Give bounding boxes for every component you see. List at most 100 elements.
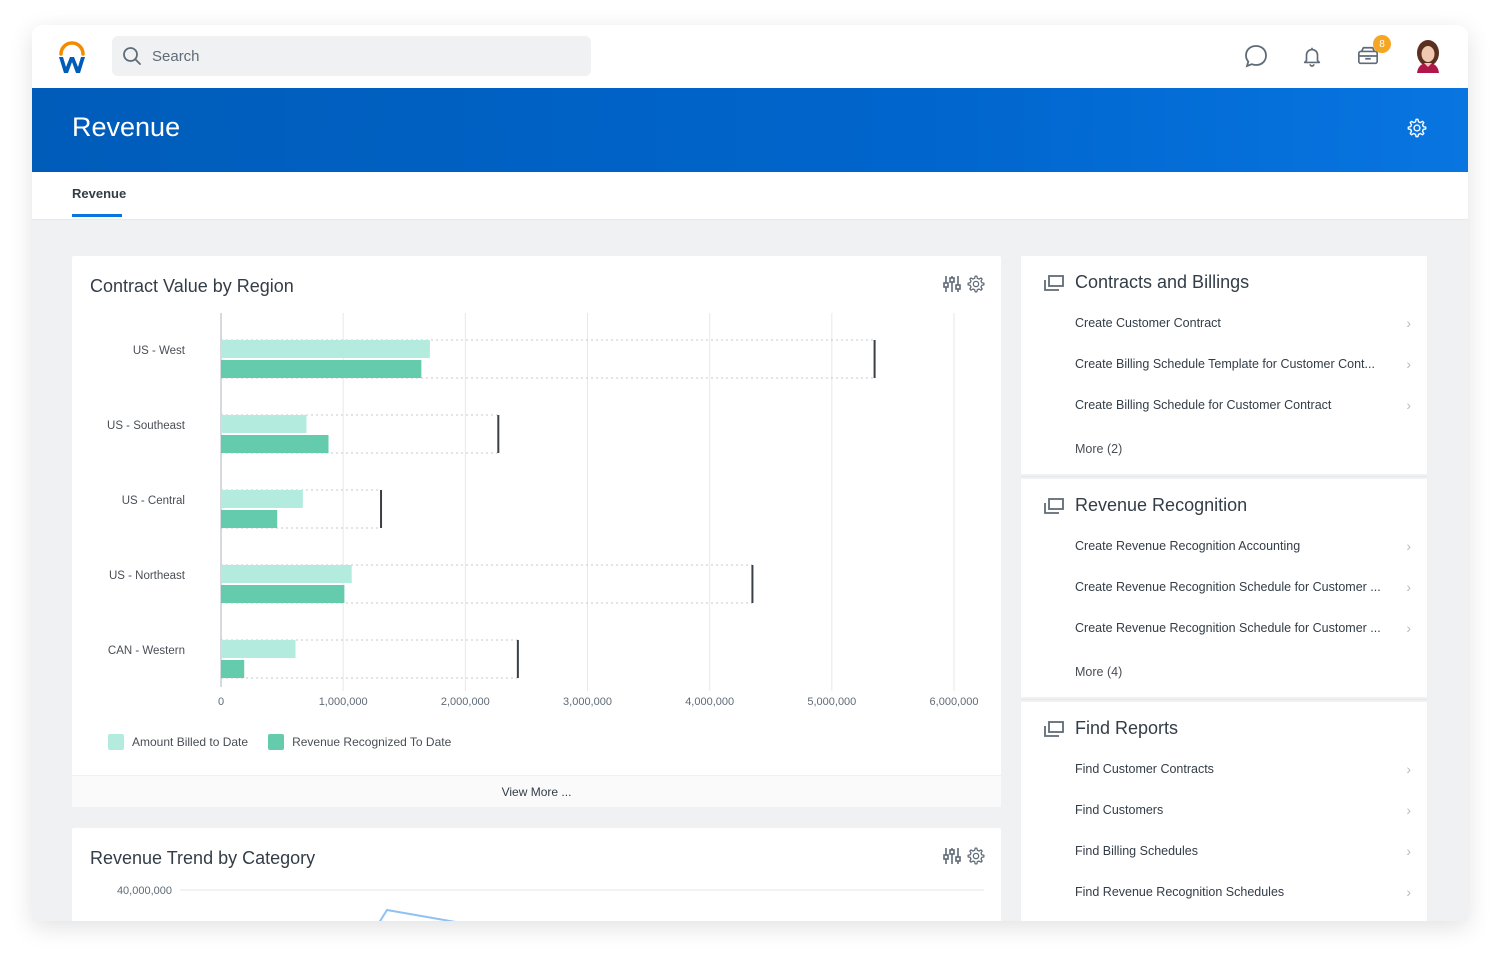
x-tick-label: 5,000,000 <box>807 696 856 708</box>
notifications-bell-icon[interactable] <box>1298 42 1326 70</box>
chart-legend: Amount Billed to Date Revenue Recognized… <box>108 734 471 750</box>
workday-logo[interactable] <box>54 37 90 77</box>
bar-recognized <box>221 585 345 603</box>
bar-recognized <box>221 660 245 678</box>
user-avatar[interactable] <box>1412 39 1444 73</box>
section-find-reports: Find Reports Find Customer Contracts › Find… <box>1021 702 1427 921</box>
x-tick-label: 1,000,000 <box>319 696 368 708</box>
section-link-item[interactable]: Find Customer Contracts › <box>1075 759 1411 779</box>
chevron-right-icon: › <box>1406 538 1411 554</box>
section-header: Revenue Recognition <box>1043 495 1247 516</box>
bar-billed <box>221 565 352 583</box>
search-box[interactable] <box>112 36 591 76</box>
y-tick-label: 40,000,000 <box>117 885 172 897</box>
link-label: Find Revenue Recognition Schedules <box>1075 885 1285 899</box>
contract-value-chart: 0 1,000,000 2,000,000 3,000,000 4,000,000 5,0… <box>107 313 979 708</box>
related-actions-panel: Contracts and Billings Create Customer Co… <box>1021 256 1427 921</box>
revenue-trend-chart: 40,000,000 <box>117 885 984 921</box>
chevron-right-icon: › <box>1406 843 1411 859</box>
bar-recognized <box>221 435 329 453</box>
page-header-banner: Revenue <box>32 88 1468 172</box>
page-title: Revenue <box>72 112 181 142</box>
bar-recognized <box>221 360 422 378</box>
inbox-icon[interactable]: 8 <box>1354 35 1391 70</box>
active-tab-indicator <box>72 214 122 217</box>
contract-value-card: Contract Value by Region 01,000,0002,0 <box>72 256 1001 807</box>
link-label: Find Customer Contracts <box>1075 762 1214 776</box>
link-label: Create Billing Schedule Template for Cus… <box>1075 357 1375 371</box>
legend-item-billed[interactable]: Amount Billed to Date <box>108 734 248 750</box>
app-window: 8 Revenue Revenue Contract Value by Regi… <box>32 25 1468 921</box>
chat-icon[interactable] <box>1242 42 1270 70</box>
inbox-badge: 8 <box>1373 35 1391 53</box>
section-title: Revenue Recognition <box>1075 495 1248 515</box>
link-label: Create Revenue Recognition Schedule for … <box>1075 580 1381 594</box>
link-label: Create Billing Schedule for Customer Con… <box>1075 398 1332 412</box>
view-more-button[interactable]: View More ... <box>72 775 1001 807</box>
chevron-right-icon: › <box>1406 315 1411 331</box>
section-link-item[interactable]: Create Customer Contract › <box>1075 313 1411 333</box>
revenue-trend-card: Revenue Trend by Category 40,000,000 <box>72 828 1001 921</box>
section-link-item[interactable]: Create Billing Schedule for Customer Con… <box>1075 395 1411 415</box>
section-title: Contracts and Billings <box>1075 272 1250 292</box>
bar-recognized <box>221 510 278 528</box>
related-actions-icon <box>1044 274 1064 291</box>
chevron-right-icon: › <box>1406 884 1411 900</box>
x-tick-label: 6,000,000 <box>930 696 979 708</box>
section-title: Find Reports <box>1075 718 1179 738</box>
top-bar: 8 <box>32 25 1468 88</box>
bar-billed <box>221 640 296 658</box>
legend-swatch-recognized <box>268 734 285 750</box>
section-divider <box>1021 699 1427 700</box>
bar-billed <box>221 490 303 508</box>
x-tick-label: 2,000,000 <box>441 696 490 708</box>
chevron-right-icon: › <box>1406 579 1411 595</box>
section-revenue-recognition: Revenue Recognition Create Revenue Recogn… <box>1021 479 1427 697</box>
page-tabs: Revenue <box>32 172 1468 220</box>
section-link-item[interactable]: Create Revenue Recognition Accounting › <box>1075 536 1411 556</box>
related-actions-icon <box>1044 720 1064 737</box>
bar-billed <box>221 415 307 433</box>
category-label: US - West <box>133 345 186 357</box>
section-header: Contracts and Billings <box>1043 272 1249 293</box>
link-label: Find Customers <box>1075 803 1164 817</box>
category-label: CAN - Western <box>108 645 185 657</box>
legend-label: Revenue Recognized To Date <box>292 735 452 749</box>
link-label: Find Billing Schedules <box>1075 844 1198 858</box>
category-label: US - Southeast <box>107 420 186 432</box>
section-link-item[interactable]: Find Customers › <box>1075 800 1411 820</box>
related-actions-icon <box>1044 497 1064 514</box>
x-tick-label: 0 <box>218 696 224 708</box>
bar-billed <box>221 340 430 358</box>
section-contracts-and-billings: Contracts and Billings Create Customer Co… <box>1021 256 1427 474</box>
link-label: Create Revenue Recognition Schedule for … <box>1075 621 1381 635</box>
link-label: Create Revenue Recognition Accounting <box>1075 539 1301 553</box>
section-link-item[interactable]: Create Billing Schedule Template for Cus… <box>1075 354 1411 374</box>
chevron-right-icon: › <box>1406 802 1411 818</box>
section-link-item[interactable]: Create Revenue Recognition Schedule for … <box>1075 577 1411 597</box>
category-label: US - Northeast <box>109 570 186 582</box>
link-label: Create Customer Contract <box>1075 316 1221 330</box>
more-link[interactable]: More (4) <box>1075 665 1122 679</box>
chevron-right-icon: › <box>1406 761 1411 777</box>
legend-item-recognized[interactable]: Revenue Recognized To Date <box>268 734 451 750</box>
page-settings-gear-icon[interactable] <box>1406 117 1428 139</box>
section-header: Find Reports <box>1043 718 1178 739</box>
trend-line <box>378 908 456 921</box>
x-tick-label: 4,000,000 <box>685 696 734 708</box>
search-icon <box>123 47 141 65</box>
chevron-right-icon: › <box>1406 356 1411 372</box>
more-link[interactable]: More (2) <box>1075 442 1122 456</box>
tab-revenue[interactable]: Revenue <box>72 186 126 201</box>
search-input[interactable] <box>152 47 572 65</box>
section-link-item[interactable]: Find Revenue Recognition Schedules › <box>1075 882 1411 902</box>
category-label: US - Central <box>122 495 185 507</box>
chevron-right-icon: › <box>1406 397 1411 413</box>
section-divider <box>1021 476 1427 477</box>
legend-label: Amount Billed to Date <box>132 735 249 749</box>
legend-swatch-billed <box>108 734 124 750</box>
x-tick-label: 3,000,000 <box>563 696 612 708</box>
section-link-item[interactable]: Find Billing Schedules › <box>1075 841 1411 861</box>
section-link-item[interactable]: Create Revenue Recognition Schedule for … <box>1075 618 1411 638</box>
chevron-right-icon: › <box>1406 620 1411 636</box>
